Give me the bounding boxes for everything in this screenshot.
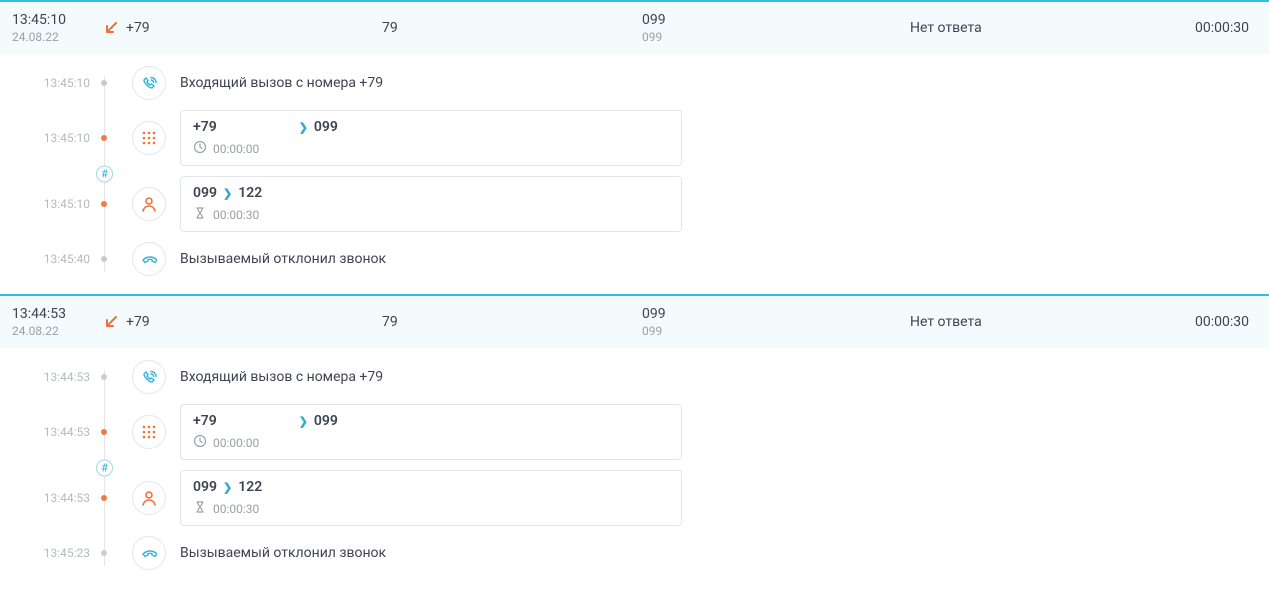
step-time: 13:45:10 bbox=[12, 76, 100, 90]
phone-ring-icon bbox=[132, 66, 166, 100]
routing-card[interactable]: +79 ❯ 099 00:00:00 bbox=[180, 110, 682, 166]
summary-from: +79 bbox=[126, 20, 150, 36]
route-from: 099 bbox=[193, 185, 217, 201]
chevron-right-icon: ❯ bbox=[299, 415, 308, 428]
timeline-step: 13:45:10 Входящий вызов с номера +79 bbox=[12, 66, 1269, 100]
person-icon bbox=[132, 481, 166, 515]
timeline-dot bbox=[100, 374, 132, 380]
step-time: 13:44:53 bbox=[12, 491, 100, 505]
summary-via: 79 bbox=[382, 314, 398, 330]
summary-status: Нет ответа bbox=[910, 314, 982, 330]
timeline-dot bbox=[100, 80, 132, 86]
phone-down-icon bbox=[132, 536, 166, 570]
step-time: 13:44:53 bbox=[12, 425, 100, 439]
call-block: 13:44:5324.08.22+7979099099Нет ответа00:… bbox=[0, 294, 1269, 588]
step-text: Входящий вызов с номера +79 bbox=[180, 75, 383, 91]
summary-to-col: 099099 bbox=[642, 12, 910, 44]
chevron-right-icon: ❯ bbox=[223, 481, 232, 494]
summary-to-sub: 099 bbox=[642, 324, 910, 338]
step-text: Вызываемый отклонил звонок bbox=[180, 545, 386, 561]
timeline-dot bbox=[100, 256, 132, 262]
summary-from: +79 bbox=[126, 314, 150, 330]
route-from: 099 bbox=[193, 479, 217, 495]
timeline-dot bbox=[100, 550, 132, 556]
call-summary-row[interactable]: 13:44:5324.08.22+7979099099Нет ответа00:… bbox=[0, 296, 1269, 348]
call-summary-row[interactable]: 13:45:1024.08.22+7979099099Нет ответа00:… bbox=[0, 2, 1269, 54]
dialpad-icon bbox=[132, 415, 166, 449]
hash-badge[interactable]: # bbox=[96, 460, 113, 477]
timeline-step: 13:44:53 +79 ❯ 099 00:00:00 bbox=[12, 404, 1269, 460]
hourglass-icon bbox=[193, 206, 207, 223]
clock-icon bbox=[193, 434, 207, 451]
timeline-step: 13:44:53 Входящий вызов с номера +79 bbox=[12, 360, 1269, 394]
route-from: +79 bbox=[193, 413, 217, 429]
summary-to: 099 bbox=[642, 306, 910, 322]
summary-time-col: 13:44:53 24.08.22 bbox=[12, 306, 100, 338]
step-time: 13:44:53 bbox=[12, 370, 100, 384]
route-from: +79 bbox=[193, 119, 217, 135]
route-to: 099 bbox=[314, 413, 338, 429]
route-duration: 00:00:00 bbox=[213, 142, 259, 156]
hourglass-icon bbox=[193, 500, 207, 517]
phone-ring-icon bbox=[132, 360, 166, 394]
route-to: 122 bbox=[238, 185, 262, 201]
routing-card-line2: 00:00:00 bbox=[193, 434, 669, 451]
routing-card-line1: +79 ❯ 099 bbox=[193, 413, 669, 429]
step-time: 13:45:23 bbox=[12, 546, 100, 560]
summary-via: 79 bbox=[382, 20, 398, 36]
call-detail-area: #13:45:10Входящий вызов с номера +7913:4… bbox=[0, 54, 1269, 294]
timeline-dot bbox=[100, 429, 132, 435]
step-text: Вызываемый отклонил звонок bbox=[180, 251, 386, 267]
route-duration: 00:00:30 bbox=[213, 502, 259, 516]
timeline-dot bbox=[100, 495, 132, 501]
summary-time: 13:45:10 bbox=[12, 12, 100, 28]
route-duration: 00:00:30 bbox=[213, 208, 259, 222]
chevron-right-icon: ❯ bbox=[299, 121, 308, 134]
routing-card-line2: 00:00:00 bbox=[193, 140, 669, 157]
timeline-step: 13:45:10 +79 ❯ 099 00:00:00 bbox=[12, 110, 1269, 166]
summary-to-col: 099099 bbox=[642, 306, 910, 338]
summary-duration: 00:00:30 bbox=[1195, 314, 1249, 330]
route-to: 122 bbox=[238, 479, 262, 495]
routing-card-line2: 00:00:30 bbox=[193, 206, 669, 223]
summary-status: Нет ответа bbox=[910, 20, 982, 36]
timeline-step: 13:45:10 099 ❯ 122 00:00:30 bbox=[12, 176, 1269, 232]
step-time: 13:45:40 bbox=[12, 252, 100, 266]
route-duration: 00:00:00 bbox=[213, 436, 259, 450]
incoming-arrow-icon bbox=[100, 316, 122, 328]
summary-date: 24.08.22 bbox=[12, 30, 100, 44]
step-text: Входящий вызов с номера +79 bbox=[180, 369, 383, 385]
timeline-step: 13:44:53 099 ❯ 122 00:00:30 bbox=[12, 470, 1269, 526]
summary-to: 099 bbox=[642, 12, 910, 28]
routing-card-line1: +79 ❯ 099 bbox=[193, 119, 669, 135]
summary-time: 13:44:53 bbox=[12, 306, 100, 322]
summary-time-col: 13:45:10 24.08.22 bbox=[12, 12, 100, 44]
routing-card[interactable]: 099 ❯ 122 00:00:30 bbox=[180, 470, 682, 526]
summary-date: 24.08.22 bbox=[12, 324, 100, 338]
route-to: 099 bbox=[314, 119, 338, 135]
clock-icon bbox=[193, 140, 207, 157]
summary-duration: 00:00:30 bbox=[1195, 20, 1249, 36]
timeline-step: 13:45:23 Вызываемый отклонил звонок bbox=[12, 536, 1269, 570]
call-block: 13:45:1024.08.22+7979099099Нет ответа00:… bbox=[0, 0, 1269, 294]
call-detail-area: #13:44:53Входящий вызов с номера +7913:4… bbox=[0, 348, 1269, 588]
routing-card-line1: 099 ❯ 122 bbox=[193, 185, 669, 201]
summary-to-sub: 099 bbox=[642, 30, 910, 44]
routing-card[interactable]: +79 ❯ 099 00:00:00 bbox=[180, 404, 682, 460]
phone-down-icon bbox=[132, 242, 166, 276]
dialpad-icon bbox=[132, 121, 166, 155]
routing-card-line1: 099 ❯ 122 bbox=[193, 479, 669, 495]
timeline-dot bbox=[100, 201, 132, 207]
routing-card-line2: 00:00:30 bbox=[193, 500, 669, 517]
person-icon bbox=[132, 187, 166, 221]
chevron-right-icon: ❯ bbox=[223, 187, 232, 200]
step-time: 13:45:10 bbox=[12, 197, 100, 211]
step-time: 13:45:10 bbox=[12, 131, 100, 145]
incoming-arrow-icon bbox=[100, 22, 122, 34]
timeline-step: 13:45:40 Вызываемый отклонил звонок bbox=[12, 242, 1269, 276]
timeline-dot bbox=[100, 135, 132, 141]
routing-card[interactable]: 099 ❯ 122 00:00:30 bbox=[180, 176, 682, 232]
hash-badge[interactable]: # bbox=[96, 166, 113, 183]
